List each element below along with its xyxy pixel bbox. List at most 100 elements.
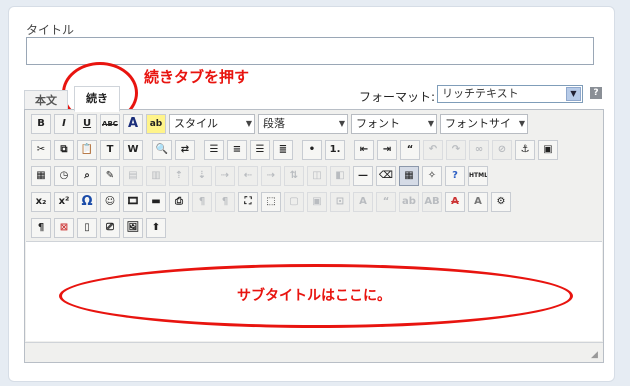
highlight-color-button[interactable]: ab bbox=[146, 114, 166, 134]
absolute-icon[interactable]: ⊡ bbox=[330, 192, 350, 212]
superscript-button[interactable]: x² bbox=[54, 192, 74, 212]
paste-word-icon[interactable]: W bbox=[123, 140, 143, 160]
fullscreen-icon[interactable]: ⛶ bbox=[238, 192, 258, 212]
style-select[interactable]: スタイル ▼ bbox=[169, 114, 255, 134]
delete-row-icon[interactable]: ⇢ bbox=[215, 166, 235, 186]
media-icon[interactable]: 🎞 bbox=[123, 192, 143, 212]
paragraph-select-value: 段落 bbox=[263, 117, 285, 130]
undo-icon[interactable]: ↶ bbox=[423, 140, 443, 160]
ins-icon[interactable]: A bbox=[468, 192, 488, 212]
split-cells-icon[interactable]: ◫ bbox=[307, 166, 327, 186]
insert-image-icon[interactable]: 🖼 bbox=[123, 218, 143, 238]
emoticon-icon[interactable]: ☺ bbox=[100, 192, 120, 212]
tab-honbun[interactable]: 本文 bbox=[24, 90, 68, 110]
abbr-icon[interactable]: ab bbox=[399, 192, 419, 212]
special-char-button[interactable]: Ω bbox=[77, 192, 97, 212]
paste-icon[interactable]: 📋 bbox=[77, 140, 97, 160]
numbered-list-icon[interactable]: 1. bbox=[325, 140, 345, 160]
resize-grip-icon[interactable]: ◢ bbox=[591, 350, 601, 360]
indent-icon[interactable]: ⇥ bbox=[377, 140, 397, 160]
underline-button[interactable]: U bbox=[77, 114, 97, 134]
page-break-icon[interactable]: ⎚ bbox=[100, 218, 120, 238]
annotation-content-hint: サブタイトルはここに。 bbox=[237, 288, 391, 304]
unlink-icon[interactable]: ⊘ bbox=[492, 140, 512, 160]
upload-image-icon[interactable]: ⬆ bbox=[146, 218, 166, 238]
print-icon[interactable]: ⎙ bbox=[169, 192, 189, 212]
outdent-icon[interactable]: ⇤ bbox=[354, 140, 374, 160]
align-left-icon[interactable]: ☰ bbox=[204, 140, 224, 160]
template-icon[interactable]: ▯ bbox=[77, 218, 97, 238]
del-icon[interactable]: A bbox=[445, 192, 465, 212]
chevron-down-icon: ▼ bbox=[566, 87, 581, 101]
toolbar-row-4: x₂ x² Ω ☺ 🎞 ▬ ⎙ ¶ ¶ ⛶ ⬚ ▢ ▣ ⊡ A “ ab AB … bbox=[31, 192, 511, 212]
replace-icon[interactable]: ⇄ bbox=[175, 140, 195, 160]
visual-aid-icon[interactable]: ▦ bbox=[399, 166, 419, 186]
anchor-icon[interactable]: ⚓ bbox=[515, 140, 535, 160]
paragraph-select[interactable]: 段落 ▼ bbox=[258, 114, 348, 134]
chevron-down-icon: ▼ bbox=[245, 119, 252, 128]
font-select[interactable]: フォント ▼ bbox=[351, 114, 437, 134]
row-after-icon[interactable]: ⇣ bbox=[192, 166, 212, 186]
format-select[interactable]: リッチテキスト ▼ bbox=[437, 85, 583, 103]
text-color-button[interactable]: A bbox=[123, 114, 143, 134]
copy-icon[interactable]: ⧉ bbox=[54, 140, 74, 160]
chevron-down-icon: ▼ bbox=[338, 119, 345, 128]
blockquote-icon[interactable]: “ bbox=[400, 140, 420, 160]
find-icon[interactable]: 🔍 bbox=[152, 140, 172, 160]
remove-format-icon[interactable]: ⌫ bbox=[376, 166, 396, 186]
toolbar-row-3: ▦ ◷ ⌕ ✎ ▤ ▥ ⇡ ⇣ ⇢ ⇠ ⇢ ⇅ ◫ ◧ — ⌫ ▦ ✧ ? HT… bbox=[31, 166, 488, 186]
toolbar-separator bbox=[198, 140, 201, 160]
table-props-icon[interactable]: ▥ bbox=[146, 166, 166, 186]
attribs-icon[interactable]: ⚙ bbox=[491, 192, 511, 212]
rich-text-editor: B I U ABC A ab スタイル ▼ 段落 ▼ フォント ▼ フォントサイ ▼ ✂… bbox=[24, 109, 604, 363]
show-blocks-button[interactable]: ¶ bbox=[31, 218, 51, 238]
ltr-icon[interactable]: ¶ bbox=[192, 192, 212, 212]
subscript-button[interactable]: x₂ bbox=[31, 192, 51, 212]
move-forward-icon[interactable]: ▢ bbox=[284, 192, 304, 212]
strikethrough-button[interactable]: ABC bbox=[100, 114, 120, 134]
hr-advanced-icon[interactable]: ▬ bbox=[146, 192, 166, 212]
italic-button[interactable]: I bbox=[54, 114, 74, 134]
redo-icon[interactable]: ↷ bbox=[446, 140, 466, 160]
style-props-icon[interactable]: A bbox=[353, 192, 373, 212]
editor-statusbar: ◢ bbox=[25, 342, 603, 362]
title-input[interactable] bbox=[26, 37, 594, 65]
image-icon[interactable]: ▣ bbox=[538, 140, 558, 160]
tab-tsuzuki[interactable]: 続き bbox=[74, 86, 120, 112]
insert-time-icon[interactable]: ◷ bbox=[54, 166, 74, 186]
insert-layer-icon[interactable]: ⬚ bbox=[261, 192, 281, 212]
delete-col-icon[interactable]: ⇅ bbox=[284, 166, 304, 186]
cite-icon[interactable]: “ bbox=[376, 192, 396, 212]
chevron-down-icon: ▼ bbox=[518, 119, 525, 128]
align-justify-icon[interactable]: ≣ bbox=[273, 140, 293, 160]
help-circle-icon[interactable]: ? bbox=[445, 166, 465, 186]
font-size-select[interactable]: フォントサイ ▼ bbox=[440, 114, 528, 134]
font-size-select-value: フォントサイ bbox=[445, 117, 511, 130]
help-icon[interactable]: ? bbox=[590, 87, 602, 99]
bold-button[interactable]: B bbox=[31, 114, 51, 134]
editor-content-area[interactable]: サブタイトルはここに。 bbox=[26, 241, 602, 341]
html-source-button[interactable]: HTML bbox=[468, 166, 488, 186]
table-icon[interactable]: ▤ bbox=[123, 166, 143, 186]
preview-icon[interactable]: ⌕ bbox=[77, 166, 97, 186]
insert-date-icon[interactable]: ▦ bbox=[31, 166, 51, 186]
col-before-icon[interactable]: ⇠ bbox=[238, 166, 258, 186]
align-center-icon[interactable]: ≡ bbox=[227, 140, 247, 160]
toolbar-separator bbox=[296, 140, 299, 160]
nonbreaking-icon[interactable]: ⊠ bbox=[54, 218, 74, 238]
col-after-icon[interactable]: ⇢ bbox=[261, 166, 281, 186]
move-backward-icon[interactable]: ▣ bbox=[307, 192, 327, 212]
merge-cells-icon[interactable]: ◧ bbox=[330, 166, 350, 186]
clean-up-icon[interactable]: ✧ bbox=[422, 166, 442, 186]
link-icon[interactable]: ∞ bbox=[469, 140, 489, 160]
edit-css-icon[interactable]: ✎ bbox=[100, 166, 120, 186]
row-before-icon[interactable]: ⇡ bbox=[169, 166, 189, 186]
horizontal-rule-icon[interactable]: — bbox=[353, 166, 373, 186]
rtl-icon[interactable]: ¶ bbox=[215, 192, 235, 212]
acronym-icon[interactable]: AB bbox=[422, 192, 442, 212]
title-label: タイトル bbox=[26, 23, 75, 37]
align-right-icon[interactable]: ☰ bbox=[250, 140, 270, 160]
paste-text-icon[interactable]: T bbox=[100, 140, 120, 160]
cut-icon[interactable]: ✂ bbox=[31, 140, 51, 160]
bullet-list-icon[interactable]: • bbox=[302, 140, 322, 160]
